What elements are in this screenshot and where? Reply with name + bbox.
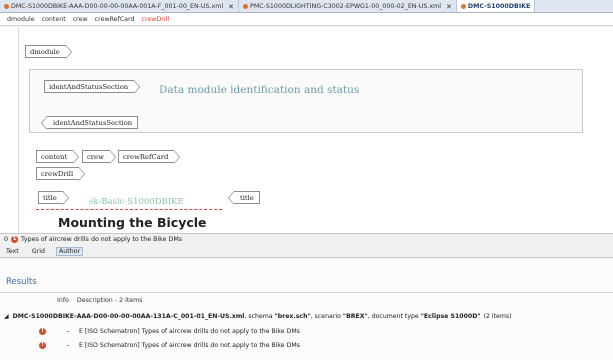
schema-label: , schema — [244, 312, 275, 320]
close-icon[interactable]: ✕ — [228, 3, 234, 11]
tab-grid-mode[interactable]: Grid — [30, 248, 47, 255]
crew-tag[interactable]: crew — [82, 150, 116, 164]
tab-author-mode[interactable]: Author — [55, 247, 84, 256]
tab-dmc-001a[interactable]: DMC-S1000DBIKE-AAA-D00-00-00-00AA-001A-F… — [0, 0, 240, 12]
ident-open-tag[interactable]: identAndStatusSection — [44, 80, 141, 94]
result-dash: – — [66, 327, 70, 335]
editor-margin — [18, 27, 19, 233]
document-title[interactable]: Mounting the Bicycle — [58, 215, 207, 230]
breadcrumb-item-crew[interactable]: crew — [73, 16, 88, 23]
editor-tab-bar: DMC-S1000DBIKE-AAA-D00-00-00-00AA-001A-F… — [0, 0, 613, 13]
tab-label: DMC-S1000DBIKE-AAA-D00-00-00-00AA-001A-F… — [11, 3, 224, 10]
error-severity-cell: ! — [28, 327, 57, 335]
group-file-name: DMC-S1000DBIKE-AAA-D00-00-00-00AA-131A-C… — [12, 312, 245, 320]
brex-reference: sk-Basic-S1000DBIKE — [89, 197, 184, 207]
xml-file-icon — [4, 4, 9, 9]
tab-text-mode[interactable]: Text — [4, 248, 21, 255]
results-panel: Results Info Description - 2 items ◢ DMC… — [0, 259, 613, 360]
validation-error-underline — [36, 209, 222, 210]
author-editor[interactable]: dmodule identAndStatusSection Data modul… — [0, 27, 613, 233]
editing-mode-tabs: Text Grid Author — [0, 246, 613, 258]
results-column-headers: Info Description - 2 items — [57, 297, 143, 304]
column-info-header[interactable]: Info — [57, 297, 69, 304]
dmodule-tag[interactable]: dmodule — [25, 45, 72, 59]
validation-status-bar[interactable]: 0 1 Types of aircrew drills do not apply… — [0, 233, 613, 245]
crewrefcard-tag[interactable]: crewRefCard — [118, 150, 181, 164]
doctype-label: , document type — [367, 312, 421, 320]
title-open-tag[interactable]: title — [38, 191, 69, 205]
error-severity-cell: ! — [28, 341, 57, 349]
close-icon[interactable]: ✕ — [446, 3, 452, 11]
breadcrumb-item-crewrefcard[interactable]: crewRefCard — [95, 16, 135, 23]
tab-pmc-lighting[interactable]: PMC-S1000DLIGHTING-C3002-EPWG1-00_000-02… — [239, 0, 457, 12]
breadcrumb: dmodule content crew crewRefCard crewDri… — [0, 13, 613, 26]
ident-close-tag[interactable]: identAndStatusSection — [40, 116, 139, 130]
error-icon: ! — [39, 327, 46, 335]
tab-label: DMC-S1000DBIKE — [467, 3, 531, 10]
tab-dmc-active[interactable]: DMC-S1000DBIKE — [456, 0, 536, 12]
tab-label: PMC-S1000DLIGHTING-C3002-EPWG1-00_000-02… — [250, 3, 441, 10]
ident-section-title: Data module identification and status — [159, 84, 360, 96]
result-message: E [ISO Schematron] Types of aircrew dril… — [79, 327, 300, 335]
error-icon: ! — [39, 341, 46, 349]
crewdrill-tag[interactable]: crewDrill — [36, 167, 86, 181]
warning-count: 0 — [4, 236, 9, 243]
group-item-count: (2 items) — [483, 312, 512, 320]
collapse-icon[interactable]: ◢ — [4, 313, 9, 320]
xml-file-icon — [243, 4, 249, 9]
result-row[interactable]: ! – E [ISO Schematron] Types of aircrew … — [0, 325, 613, 337]
result-dash: – — [66, 341, 70, 349]
column-description-header[interactable]: Description - 2 items — [77, 297, 143, 304]
result-row[interactable]: ! – E [ISO Schematron] Types of aircrew … — [0, 339, 613, 351]
breadcrumb-item-dmodule[interactable]: dmodule — [7, 16, 35, 23]
title-close-tag[interactable]: title — [228, 191, 260, 205]
breadcrumb-item-content[interactable]: content — [42, 16, 66, 23]
scenario-label: , scenario — [310, 312, 343, 320]
schema-value: "brex.sch" — [274, 312, 311, 320]
content-tag[interactable]: content — [36, 150, 80, 164]
breadcrumb-item-crewdrill[interactable]: crewDrill — [142, 16, 170, 23]
results-title: Results — [6, 277, 37, 287]
result-message: E [ISO Schematron] Types of aircrew dril… — [79, 341, 300, 349]
xml-file-icon — [460, 4, 466, 9]
doctype-value: "Eclipse S1000D" — [420, 312, 481, 320]
results-divider — [0, 292, 613, 293]
status-message: Types of aircrew drills do not apply to … — [21, 236, 183, 243]
results-group-row[interactable]: ◢ DMC-S1000DBIKE-AAA-D00-00-00-00AA-131A… — [0, 310, 613, 322]
error-icon: 1 — [11, 236, 19, 243]
scenario-value: "BREX" — [342, 312, 368, 320]
